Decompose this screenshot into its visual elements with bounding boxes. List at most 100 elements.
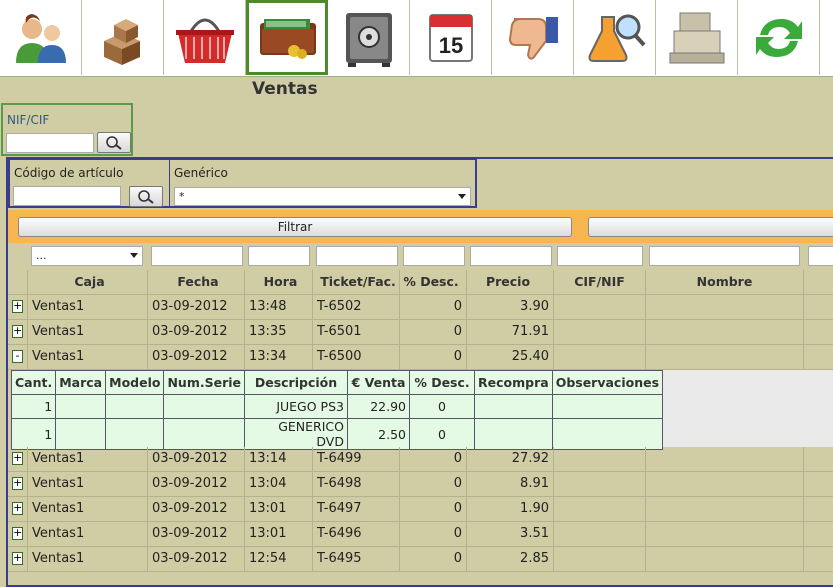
table-row[interactable]: + Ventas1 03-09-2012 13:01 T-6497 0 1.90 (8, 497, 833, 522)
cell-fecha: 03-09-2012 (148, 497, 245, 521)
column-header[interactable]: % Desc. (400, 270, 467, 294)
column-header[interactable]: Nombre (646, 270, 804, 294)
detail-row: 1 GENERICO DVD 2.50 0 (10, 418, 664, 450)
column-header[interactable]: Hora (245, 270, 313, 294)
expand-toggle-button[interactable]: + (12, 325, 23, 338)
cell-desc: 0 (400, 447, 467, 471)
cell-precio: 1.90 (467, 497, 554, 521)
column-filter-row: ... (8, 243, 833, 270)
chevron-down-icon (458, 194, 466, 199)
table-row[interactable]: + Ventas1 03-09-2012 13:48 T-6502 0 3.90 (8, 295, 833, 320)
expand-cell: + (8, 497, 28, 521)
toolbar-sales-button[interactable] (246, 0, 328, 75)
cell-ticket: T-6500 (313, 345, 400, 369)
codigo-label: Código de artículo (14, 166, 124, 180)
nif-input[interactable] (6, 133, 94, 153)
detail-cell-descripcion: GENERICO DVD (244, 418, 348, 450)
expand-cell: + (8, 547, 28, 571)
toolbar: 15 (0, 0, 833, 77)
cell-precio: 27.92 (467, 447, 554, 471)
generico-select[interactable]: * (174, 187, 471, 206)
codigo-input[interactable] (13, 186, 121, 206)
cell-nombre (646, 472, 804, 496)
table-row[interactable]: + Ventas1 03-09-2012 13:01 T-6496 0 3.51 (8, 522, 833, 547)
cell-precio: 2.85 (467, 547, 554, 571)
detail-column-header: Cant. (10, 370, 57, 395)
detail-column-header: Num.Serie (163, 370, 245, 395)
cell-cif (554, 547, 646, 571)
toolbar-purchases-button[interactable] (164, 0, 246, 75)
expand-toggle-button[interactable]: + (12, 300, 23, 313)
toolbar-returns-button[interactable] (492, 0, 574, 75)
toolbar-calendar-button[interactable]: 15 (410, 0, 492, 75)
toolbar-register-button[interactable] (656, 0, 738, 75)
cell-desc: 0 (400, 497, 467, 521)
detail-cell-cant: 1 (10, 394, 57, 419)
column-header[interactable]: Precio (467, 270, 554, 294)
toolbar-sync-button[interactable] (738, 0, 820, 75)
expand-toggle-button[interactable]: + (12, 552, 23, 565)
cell-precio: 25.40 (467, 345, 554, 369)
cell-cif (554, 345, 646, 369)
cell-desc: 0 (400, 320, 467, 344)
expand-toggle-button[interactable]: + (12, 502, 23, 515)
desc-filter-input[interactable] (403, 246, 465, 266)
detail-cell-venta: 2.50 (347, 418, 410, 450)
detail-column-header: % Desc. (409, 370, 475, 395)
expand-toggle-button[interactable]: + (12, 527, 23, 540)
table-row[interactable]: - Ventas1 03-09-2012 13:34 T-6500 0 25.40 (8, 345, 833, 370)
detail-column-header: Observaciones (551, 370, 664, 395)
cell-hora: 13:01 (245, 522, 313, 546)
table-row[interactable]: + Ventas1 03-09-2012 13:35 T-6501 0 71.91 (8, 320, 833, 345)
expand-toggle-button[interactable]: - (12, 350, 23, 363)
toolbar-stock-button[interactable] (82, 0, 164, 75)
nif-search-button[interactable] (97, 132, 131, 153)
cell-fecha: 03-09-2012 (148, 295, 245, 319)
table-row[interactable]: + Ventas1 03-09-2012 12:54 T-6495 0 2.85 (8, 547, 833, 572)
cif-filter-input[interactable] (557, 246, 643, 266)
codigo-search-button[interactable] (129, 186, 163, 207)
basket-icon (175, 18, 234, 63)
divider (169, 160, 170, 206)
cell-fecha: 03-09-2012 (148, 447, 245, 471)
precio-filter-input[interactable] (470, 246, 552, 266)
cell-precio: 8.91 (467, 472, 554, 496)
toolbar-search-button[interactable] (574, 0, 656, 75)
cell-nombre (646, 497, 804, 521)
nombre-filter-input[interactable] (649, 246, 800, 266)
detail-cell-desc: 0 (409, 418, 475, 450)
hora-filter-input[interactable] (248, 246, 310, 266)
detail-column-header: € Venta (347, 370, 410, 395)
table-row[interactable]: + Ventas1 03-09-2012 13:14 T-6499 0 27.92 (8, 447, 833, 472)
secondary-button[interactable] (588, 217, 833, 237)
detail-row: 1 JUEGO PS3 22.90 0 (10, 394, 664, 419)
expand-cell: + (8, 295, 28, 319)
cell-ticket: T-6502 (313, 295, 400, 319)
cell-caja: Ventas1 (28, 320, 148, 344)
users-icon (15, 13, 66, 63)
cell-extra (804, 295, 833, 319)
expand-toggle-button[interactable]: + (12, 477, 23, 490)
toolbar-clients-button[interactable] (0, 0, 82, 75)
cell-desc: 0 (400, 345, 467, 369)
column-header[interactable]: Caja (28, 270, 148, 294)
ticket-filter-input[interactable] (316, 246, 398, 266)
caja-filter-select[interactable]: ... (31, 246, 143, 266)
cell-desc: 0 (400, 522, 467, 546)
column-header[interactable]: CIF/NIF (554, 270, 646, 294)
fecha-filter-input[interactable] (151, 246, 243, 266)
toolbar-safe-button[interactable] (328, 0, 410, 75)
expand-cell: + (8, 472, 28, 496)
expand-toggle-button[interactable]: + (12, 452, 23, 465)
detail-header-row: Cant. Marca Modelo Num.Serie Descripción € Ve… (10, 370, 664, 395)
cell-extra (804, 447, 833, 471)
column-header[interactable]: Fecha (148, 270, 245, 294)
detail-cell-serie (163, 418, 245, 450)
filtrar-button[interactable]: Filtrar (18, 217, 572, 237)
extra-filter-input[interactable] (808, 246, 833, 266)
generico-select-value: * (179, 190, 185, 203)
cell-fecha: 03-09-2012 (148, 345, 245, 369)
column-header[interactable]: Ticket/Fac. (313, 270, 400, 294)
safe-icon (345, 12, 392, 67)
table-row[interactable]: + Ventas1 03-09-2012 13:04 T-6498 0 8.91 (8, 472, 833, 497)
